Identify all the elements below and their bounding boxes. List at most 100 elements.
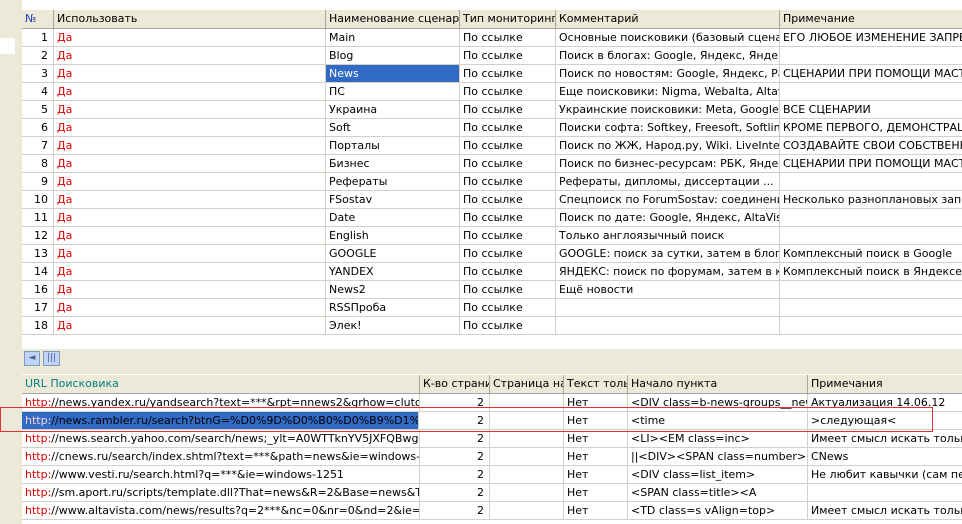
table-row[interactable]: 1 Да Main По ссылке Основные поисковики (баз… — [22, 29, 962, 47]
comment-cell[interactable]: GOOGLE: поиск за сутки, затем в блогах, … — [556, 245, 780, 263]
monitoring-type-cell[interactable]: По ссылке — [460, 137, 556, 155]
left-panel-tab[interactable] — [0, 38, 15, 54]
col-header-page-count[interactable]: К-во страниц — [420, 375, 490, 393]
scenario-name-cell[interactable]: Украина — [326, 101, 460, 119]
monitoring-type-cell[interactable]: По ссылке — [460, 317, 556, 335]
col-header-item-start[interactable]: Начало пункта — [628, 375, 808, 393]
comment-cell[interactable]: Основные поисковики (базовый сценарий) — [556, 29, 780, 47]
item-start-cell[interactable]: <SPAN class=title><A — [628, 484, 808, 502]
page-count-cell[interactable]: 2 — [420, 430, 490, 448]
horizontal-scrollbar[interactable]: ◄ ||| — [22, 349, 962, 368]
row-number[interactable]: 6 — [22, 119, 54, 137]
use-cell[interactable]: Да — [54, 47, 326, 65]
row-number[interactable]: 3 — [22, 65, 54, 83]
table-row[interactable]: 16 Да News2 По ссылке Ещё новости — [22, 281, 962, 299]
url-cell[interactable]: http://cnews.ru/search/index.shtml?text=… — [22, 448, 420, 466]
table-row[interactable]: 17 Да RSSПроба По ссылке — [22, 299, 962, 317]
note-cell[interactable]: ЕГО ЛЮБОЕ ИЗМЕНЕНИЕ ЗАПРЕЩ — [780, 29, 962, 47]
table-row[interactable]: http://sm.aport.ru/scripts/template.dll?… — [22, 484, 962, 502]
table-row[interactable]: 10 Да FSostav По ссылке Спецпоиск по ForumSo… — [22, 191, 962, 209]
comment-cell[interactable]: Рефераты, дипломы, диссертации ... — [556, 173, 780, 191]
url-cell[interactable]: http://news.search.yahoo.com/search/news… — [22, 430, 420, 448]
monitoring-type-cell[interactable]: По ссылке — [460, 101, 556, 119]
scenario-name-cell[interactable]: GOOGLE — [326, 245, 460, 263]
scenario-name-cell[interactable]: RSSПроба — [326, 299, 460, 317]
row-number[interactable]: 4 — [22, 83, 54, 101]
comment-cell[interactable]: Поиск по дате: Google, Яндекс, AltaVista — [556, 209, 780, 227]
start-page-cell[interactable] — [490, 466, 564, 484]
col-header-comment[interactable]: Комментарий — [556, 10, 780, 28]
comment-cell[interactable]: Еще поисковики: Nigma, Webalta, Altavist… — [556, 83, 780, 101]
row-number[interactable]: 18 — [22, 317, 54, 335]
page-count-cell[interactable]: 2 — [420, 466, 490, 484]
comment-cell[interactable]: Поиск по новостям: Google, Яндекс, Рамбл — [556, 65, 780, 83]
use-cell[interactable]: Да — [54, 281, 326, 299]
use-cell[interactable]: Да — [54, 209, 326, 227]
note-cell[interactable]: СЦЕНАРИИ ПРИ ПОМОЩИ МАСТЕ — [780, 65, 962, 83]
row-number[interactable]: 13 — [22, 245, 54, 263]
comment-cell[interactable] — [556, 317, 780, 335]
note-cell[interactable] — [780, 299, 962, 317]
table-row[interactable]: http://cnews.ru/search/index.shtml?text=… — [22, 448, 962, 466]
note-cell[interactable]: Комплексный поиск в Яндексе — [780, 263, 962, 281]
table-row[interactable]: 7 Да Порталы По ссылке Поиск по ЖЖ, Народ.ру… — [22, 137, 962, 155]
table-row[interactable]: http://news.search.yahoo.com/search/news… — [22, 430, 962, 448]
start-page-cell[interactable] — [490, 502, 564, 520]
col-header-note[interactable]: Примечание — [780, 10, 962, 28]
monitoring-type-cell[interactable]: По ссылке — [460, 119, 556, 137]
url-cell[interactable]: http://news.yandex.ru/yandsearch?text=**… — [22, 394, 420, 412]
comment-cell[interactable]: Поиск по бизнес-ресурсам: РБК, Яндекс.М — [556, 155, 780, 173]
note-cell[interactable] — [780, 281, 962, 299]
page-count-cell[interactable]: 2 — [420, 448, 490, 466]
note-cell[interactable]: Комплексный поиск в Google — [780, 245, 962, 263]
note-cell[interactable] — [780, 209, 962, 227]
notes-cell[interactable]: Актуализация 14.06.12 — [808, 394, 962, 412]
table-row[interactable]: 3 Да News По ссылке Поиск по новостям: Googl… — [22, 65, 962, 83]
comment-cell[interactable]: Ещё новости — [556, 281, 780, 299]
row-number[interactable]: 5 — [22, 101, 54, 119]
use-cell[interactable]: Да — [54, 83, 326, 101]
scroll-thumb[interactable]: ||| — [43, 351, 60, 366]
row-number[interactable]: 11 — [22, 209, 54, 227]
scenario-name-cell[interactable]: Порталы — [326, 137, 460, 155]
col-header-url[interactable]: URL Поисковика — [22, 375, 420, 393]
notes-cell[interactable]: Не любит кавычки (сам перво — [808, 466, 962, 484]
scenario-name-cell[interactable]: Main — [326, 29, 460, 47]
item-start-cell[interactable]: <DIV class=b-news-groups__news-titl — [628, 394, 808, 412]
note-cell[interactable] — [780, 227, 962, 245]
use-cell[interactable]: Да — [54, 119, 326, 137]
use-cell[interactable]: Да — [54, 29, 326, 47]
use-cell[interactable]: Да — [54, 101, 326, 119]
item-start-cell[interactable]: ||<DIV><SPAN class=number> — [628, 448, 808, 466]
table-row[interactable]: 8 Да Бизнес По ссылке Поиск по бизнес-ресурс… — [22, 155, 962, 173]
text-only-cell[interactable]: Нет — [564, 448, 628, 466]
scenario-name-cell[interactable]: English — [326, 227, 460, 245]
monitoring-type-cell[interactable]: По ссылке — [460, 227, 556, 245]
notes-cell[interactable]: Имеет смысл искать только п — [808, 430, 962, 448]
table-row[interactable]: 6 Да Soft По ссылке Поиски софта: Softkey, F… — [22, 119, 962, 137]
text-only-cell[interactable]: Нет — [564, 412, 628, 430]
text-only-cell[interactable]: Нет — [564, 502, 628, 520]
text-only-cell[interactable]: Нет — [564, 394, 628, 412]
start-page-cell[interactable] — [490, 394, 564, 412]
start-page-cell[interactable] — [490, 484, 564, 502]
table-row[interactable]: 14 Да YANDEX По ссылке ЯНДЕКС: поиск по фору… — [22, 263, 962, 281]
note-cell[interactable] — [780, 173, 962, 191]
note-cell[interactable]: СОЗДАВАЙТЕ СВОИ СОБСТВЕНН — [780, 137, 962, 155]
table-row[interactable]: http://www.altavista.com/news/results?q=… — [22, 502, 962, 520]
scenario-name-cell[interactable]: Date — [326, 209, 460, 227]
comment-cell[interactable]: Украинские поисковики: Meta, Google.Com — [556, 101, 780, 119]
monitoring-type-cell[interactable]: По ссылке — [460, 83, 556, 101]
col-header-start-page[interactable]: Страница нач — [490, 375, 564, 393]
row-number[interactable]: 17 — [22, 299, 54, 317]
monitoring-type-cell[interactable]: По ссылке — [460, 299, 556, 317]
page-count-cell[interactable]: 2 — [420, 394, 490, 412]
scenario-name-cell[interactable]: Soft — [326, 119, 460, 137]
note-cell[interactable]: СЦЕНАРИИ ПРИ ПОМОЩИ МАСТЕ — [780, 155, 962, 173]
scenario-name-cell[interactable]: Бизнес — [326, 155, 460, 173]
col-header-monitoring-type[interactable]: Тип мониторинга — [460, 10, 556, 28]
note-cell[interactable] — [780, 317, 962, 335]
scenario-name-cell[interactable]: ПС — [326, 83, 460, 101]
row-number[interactable]: 14 — [22, 263, 54, 281]
col-header-number[interactable]: № — [22, 10, 54, 28]
